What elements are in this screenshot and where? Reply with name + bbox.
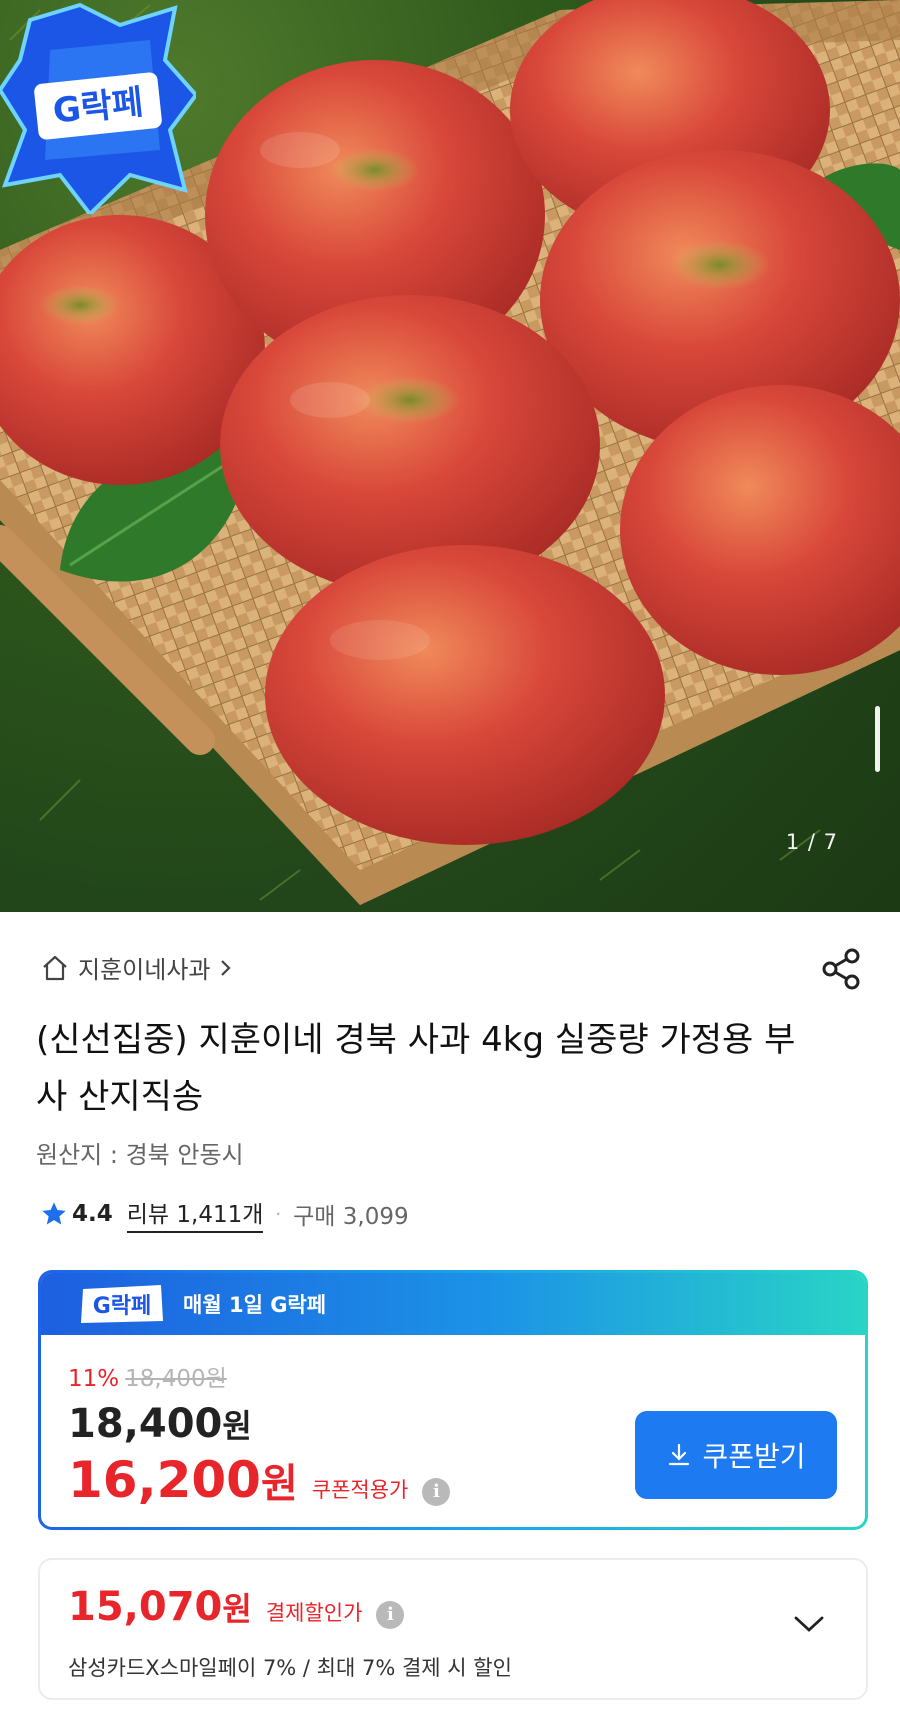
get-coupon-label: 쿠폰받기 xyxy=(702,1441,806,1472)
payment-price-label: 결제할인가 xyxy=(265,1601,363,1625)
discount-line: 11% 18,400원 xyxy=(68,1359,227,1393)
image-counter: 1 / 7 xyxy=(785,830,838,854)
promo-title: 매월 1일 G락페 xyxy=(183,1293,327,1317)
chevron-right-icon xyxy=(221,959,232,976)
payment-price-unit: 원 xyxy=(222,1590,252,1628)
star-icon xyxy=(42,1202,66,1225)
glakpe-promo-card: G락페 매월 1일 G락페 11% 18,400원 18,400원 16,200… xyxy=(38,1270,868,1530)
glakpe-mini-logo: G락페 xyxy=(81,1285,163,1323)
sale-price-unit: 원 xyxy=(222,1407,252,1445)
review-count-link[interactable]: 리뷰 1,411개 xyxy=(126,1195,264,1233)
product-image[interactable]: G락페 1 / 7 xyxy=(0,0,900,912)
chevron-down-icon[interactable] xyxy=(792,1612,826,1636)
home-icon xyxy=(43,955,67,980)
original-price: 18,400원 xyxy=(125,1366,227,1392)
download-icon xyxy=(669,1443,690,1466)
get-coupon-button[interactable]: 쿠폰받기 xyxy=(635,1411,837,1499)
coupon-price-unit: 원 xyxy=(260,1461,298,1507)
share-icon[interactable] xyxy=(818,946,864,992)
rating-score: 4.4 xyxy=(72,1201,113,1227)
product-title: (신선집중) 지훈이네 경북 사과 4kg 실중량 가정용 부사 산지직송 xyxy=(36,1020,796,1117)
promo-header: G락페 매월 1일 G락페 xyxy=(41,1273,865,1335)
store-link[interactable]: 지훈이네사과 xyxy=(40,950,234,985)
payment-price: 15,070원 xyxy=(68,1584,252,1630)
sale-price: 18,400원 xyxy=(68,1401,252,1447)
coupon-price-amount: 16,200 xyxy=(68,1451,261,1509)
coupon-price-row: 16,200원 쿠폰적용가 i xyxy=(68,1451,451,1509)
coupon-price-label: 쿠폰적용가 xyxy=(311,1478,409,1502)
image-scroll-indicator xyxy=(875,706,880,772)
coupon-price: 16,200원 xyxy=(68,1451,298,1509)
payment-price-amount: 15,070 xyxy=(68,1584,223,1630)
payment-price-row: 15,070원 결제할인가 i xyxy=(68,1584,405,1630)
info-icon[interactable]: i xyxy=(376,1601,405,1629)
mini-logo-text: G락페 xyxy=(93,1294,152,1319)
product-origin: 원산지 : 경북 안동시 xyxy=(36,1141,244,1169)
rating-row: 4.4 리뷰 1,411개 · 구매 3,099 xyxy=(40,1195,409,1233)
payment-description: 삼성카드X스마일페이 7% / 최대 7% 결제 시 할인 xyxy=(68,1656,512,1680)
separator-dot: · xyxy=(275,1203,282,1225)
sale-price-amount: 18,400 xyxy=(68,1401,223,1447)
payment-discount-card[interactable]: 15,070원 결제할인가 i 삼성카드X스마일페이 7% / 최대 7% 결제… xyxy=(38,1558,868,1700)
glakpe-badge-logo: G락페 xyxy=(0,2,196,214)
info-icon[interactable]: i xyxy=(422,1478,451,1506)
discount-rate: 11% xyxy=(68,1366,120,1392)
store-name: 지훈이네사과 xyxy=(78,956,211,984)
purchase-count: 구매 3,099 xyxy=(293,1204,409,1230)
